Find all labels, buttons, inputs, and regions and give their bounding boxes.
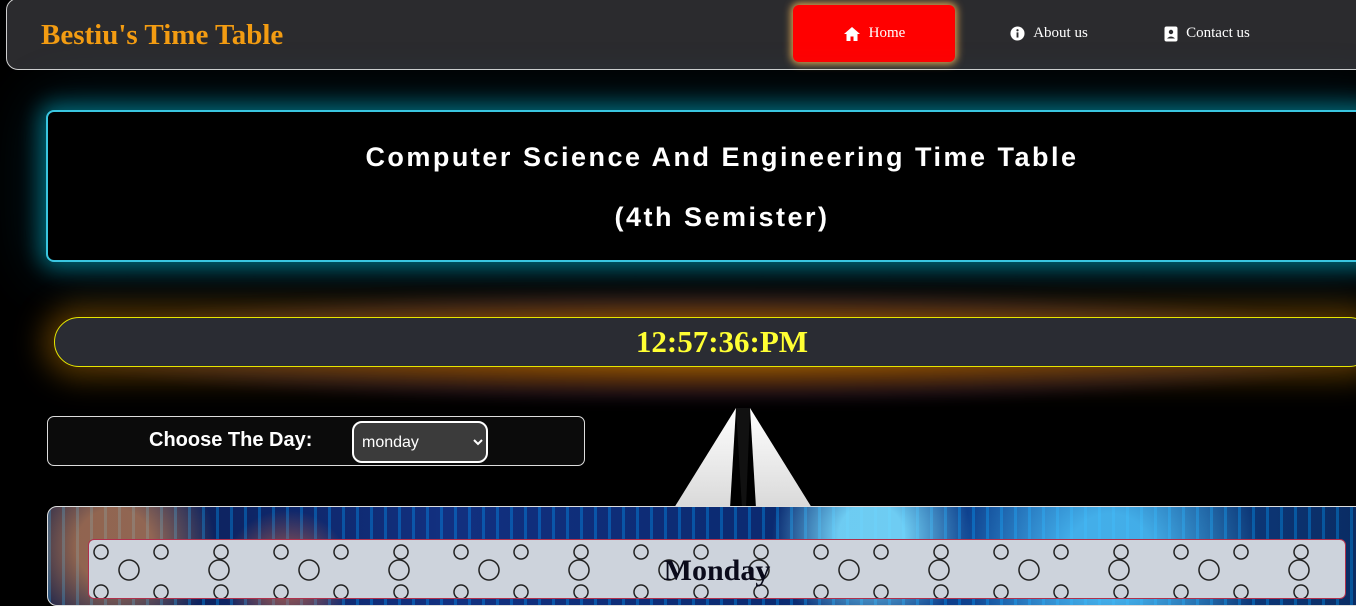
timetable-day-heading: Monday <box>663 554 771 587</box>
semester-subtitle: (4th Semister) <box>614 202 830 232</box>
address-book-icon <box>1164 26 1178 42</box>
timetable-card: Monday <box>88 539 1346 599</box>
nav-about-button[interactable]: About us <box>989 5 1109 62</box>
nav-about-label: About us <box>1033 25 1088 41</box>
info-icon <box>1010 26 1025 41</box>
navbar: Bestiu's Time Table Home About us Contac… <box>6 0 1356 70</box>
nav-home-label: Home <box>868 25 906 41</box>
timetable-title-box: Computer Science And Engineering Time Ta… <box>46 110 1356 262</box>
nav-contact-button[interactable]: Contact us <box>1145 5 1269 62</box>
nav-home-button[interactable]: Home <box>793 5 955 62</box>
home-icon <box>843 26 861 42</box>
clock-time: 12:57:36:PM <box>635 324 809 359</box>
page-title: Computer Science And Engineering Time Ta… <box>365 142 1079 172</box>
timetable-panel: Monday <box>47 506 1356 606</box>
day-chooser-label: Choose The Day: <box>149 429 313 451</box>
day-chooser-panel: Choose The Day: monday <box>47 416 585 466</box>
nav-contact-label: Contact us <box>1186 25 1250 41</box>
brand-title[interactable]: Bestiu's Time Table <box>41 19 283 52</box>
day-select[interactable]: monday <box>352 421 488 463</box>
clock-bar: 12:57:36:PM <box>54 317 1356 367</box>
rocket-decoration <box>674 408 812 508</box>
